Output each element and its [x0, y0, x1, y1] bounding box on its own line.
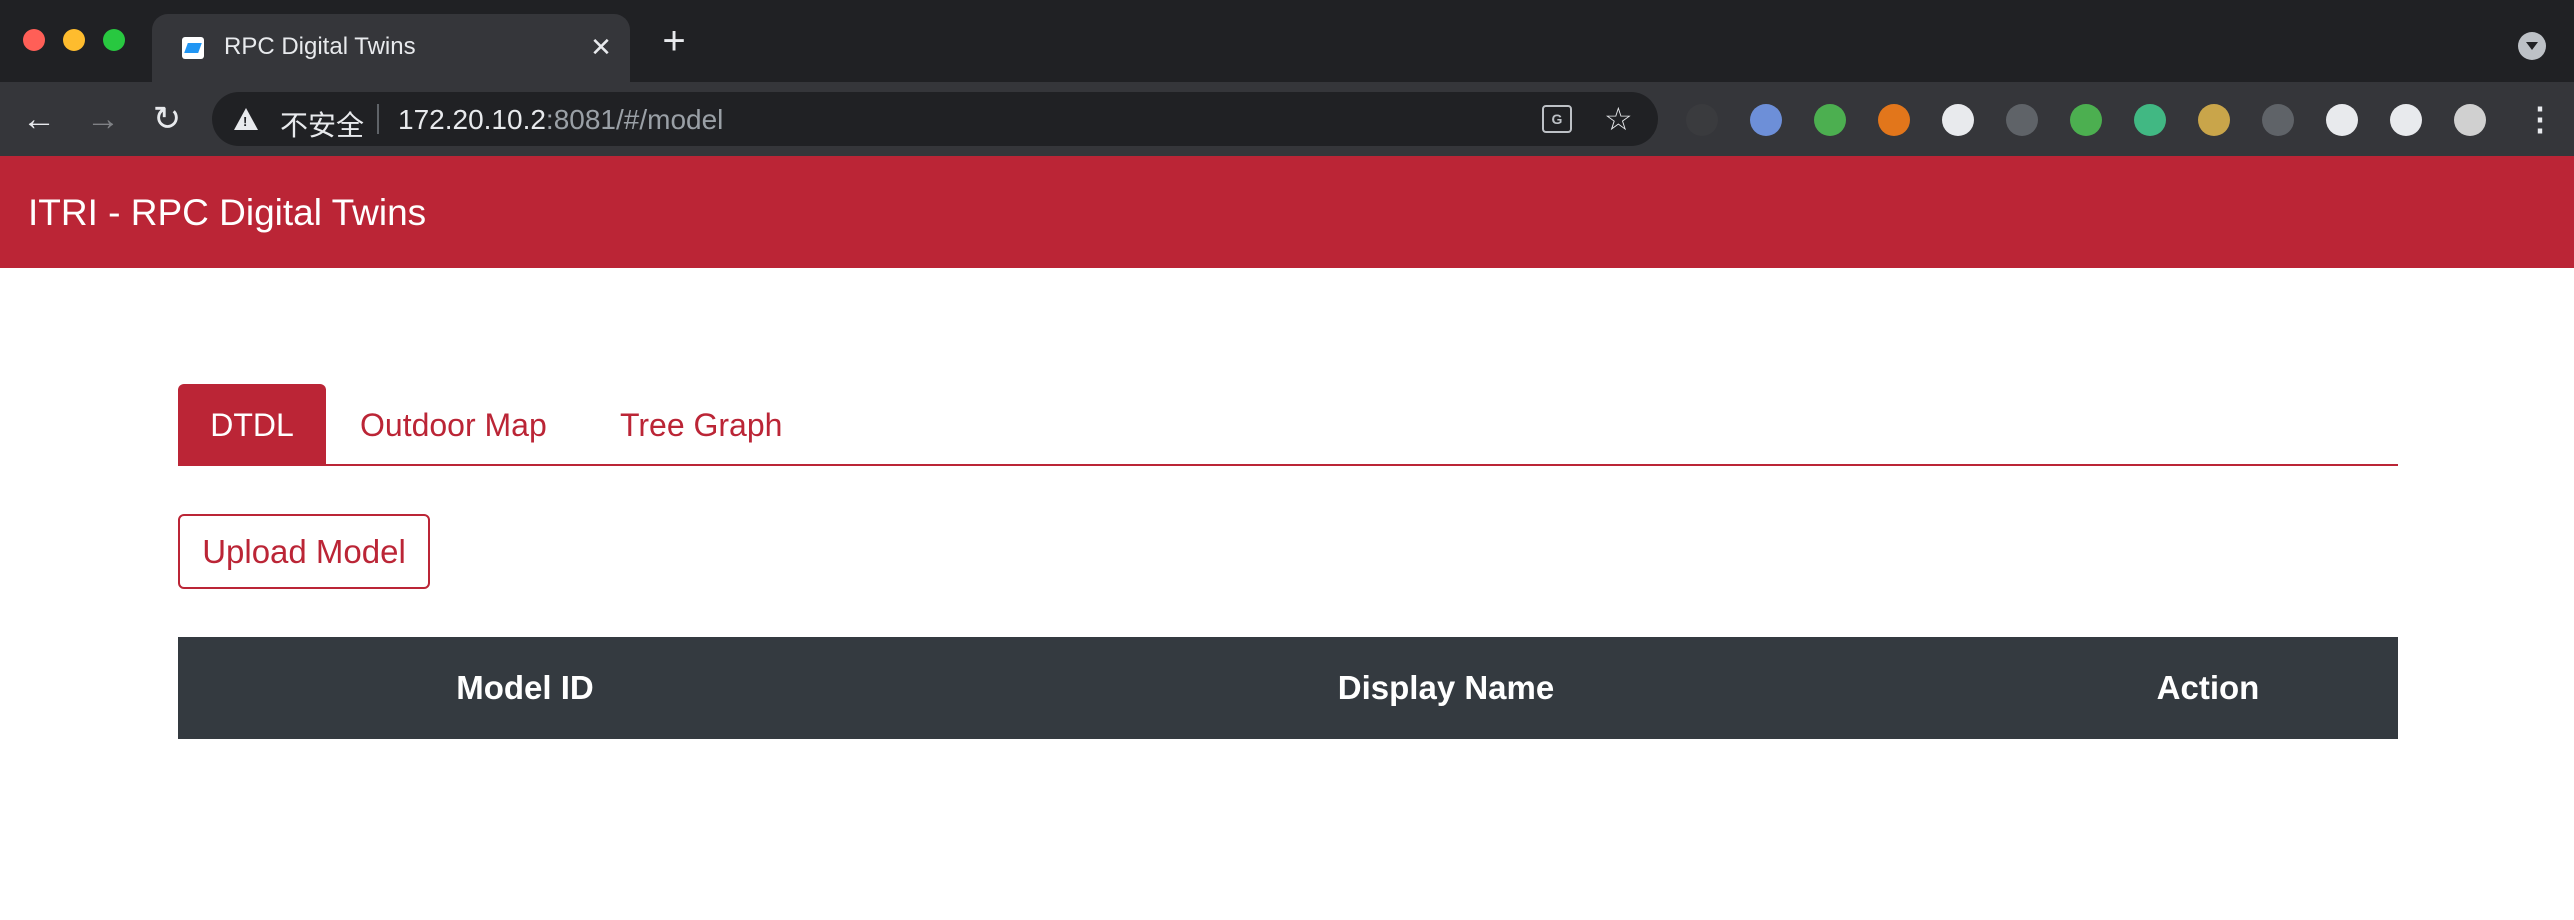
window-zoom-button[interactable]	[103, 29, 125, 51]
app-brand[interactable]: ITRI - RPC Digital Twins	[28, 192, 426, 234]
json-viewer-icon[interactable]	[1942, 104, 1974, 136]
back-icon[interactable]: ←	[20, 100, 58, 138]
url-host: 172.20.10.2	[398, 104, 546, 135]
security-label[interactable]: 不安全	[280, 104, 364, 144]
upload-model-button[interactable]: Upload Model	[178, 514, 430, 589]
models-table-header: Model ID Display Name Action	[178, 637, 2398, 739]
url-text[interactable]: 172.20.10.2:8081/#/model	[398, 104, 723, 136]
metamask-icon[interactable]	[1878, 104, 1910, 136]
window-close-button[interactable]	[23, 29, 45, 51]
extension-7-icon[interactable]	[2070, 104, 2102, 136]
address-separator	[377, 104, 379, 134]
image-icon[interactable]	[2198, 104, 2230, 136]
tab-close-icon[interactable]: ✕	[586, 32, 616, 62]
window-minimize-button[interactable]	[63, 29, 85, 51]
browser-toolbar: ← → ↻ 不安全 172.20.10.2:8081/#/model G ☆ ⋮	[0, 82, 2574, 156]
new-tab-icon[interactable]: +	[656, 21, 692, 61]
warning-icon[interactable]	[234, 108, 258, 130]
url-path: :8081/#/model	[545, 104, 724, 135]
extension-2-icon[interactable]	[1750, 104, 1782, 136]
column-header-model-id[interactable]: Model ID	[178, 637, 872, 739]
tab-search-icon[interactable]	[2518, 32, 2546, 60]
column-header-action[interactable]: Action	[2118, 637, 2298, 739]
extension-3-icon[interactable]	[1814, 104, 1846, 136]
page-tabs: DTDL Outdoor Map Tree Graph	[178, 384, 2398, 466]
address-bar[interactable]: 不安全 172.20.10.2:8081/#/model G ☆	[212, 92, 1658, 146]
app-header: ITRI - RPC Digital Twins	[0, 156, 2574, 268]
tab-tree-graph[interactable]: Tree Graph	[620, 384, 782, 466]
browser-menu-icon[interactable]: ⋮	[2524, 100, 2556, 138]
translate-icon[interactable]: G	[1542, 105, 1572, 133]
browser-tab-title: RPC Digital Twins	[224, 33, 416, 60]
cursor-icon[interactable]	[2326, 104, 2358, 136]
browser-tab-strip: RPC Digital Twins ✕ +	[0, 0, 2574, 82]
forward-icon[interactable]: →	[84, 100, 122, 138]
tab-dtdl[interactable]: DTDL	[178, 384, 326, 466]
timer-icon[interactable]	[2006, 104, 2038, 136]
move-icon[interactable]	[2262, 104, 2294, 136]
vue-devtools-icon[interactable]	[2134, 104, 2166, 136]
tab-outdoor-map[interactable]: Outdoor Map	[360, 384, 547, 466]
browser-tab-active[interactable]: RPC Digital Twins ✕	[152, 14, 630, 82]
profile-avatar-icon[interactable]	[2454, 104, 2486, 136]
puzzle-icon[interactable]	[2390, 104, 2422, 136]
favicon-icon	[182, 37, 204, 59]
column-header-display-name[interactable]: Display Name	[1290, 637, 1602, 739]
bookmark-star-icon[interactable]: ☆	[1604, 100, 1633, 138]
reload-icon[interactable]: ↻	[148, 100, 186, 138]
extension-1-icon[interactable]	[1686, 104, 1718, 136]
